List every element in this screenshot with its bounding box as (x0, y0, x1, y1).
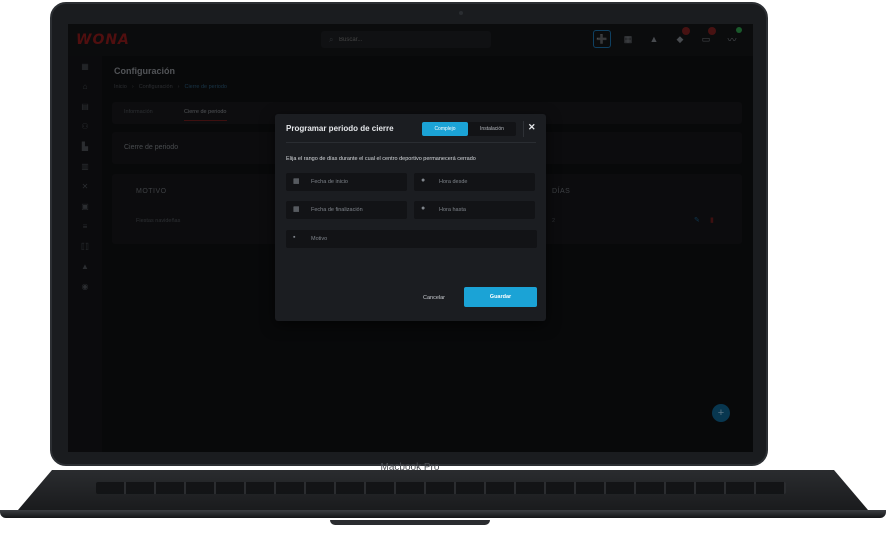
segment-instalacion[interactable]: Instalación (469, 122, 515, 136)
start-time-field[interactable]: ● Hora desde (414, 173, 535, 191)
field-label: Fecha de inicio (311, 179, 348, 185)
segment-complejo[interactable]: Complejo (422, 122, 468, 136)
calendar-icon: ▦ (293, 178, 300, 185)
calendar-icon: ▦ (293, 206, 300, 213)
start-date-field[interactable]: ▦ Fecha de inicio (286, 173, 407, 191)
field-label: Fecha de finalización (311, 207, 363, 213)
closure-period-modal: Programar periodo de cierre Complejo Ins… (275, 114, 546, 321)
clock-icon: ● (421, 205, 426, 212)
field-label: Hora hasta (439, 207, 466, 213)
keyboard-keys (96, 482, 786, 494)
save-button[interactable]: Guardar (464, 287, 537, 307)
lid-notch (330, 520, 490, 525)
modal-description: Elija el rango de días durante el cual e… (286, 156, 476, 162)
message-icon: ▪ (293, 234, 296, 241)
laptop-base (0, 470, 886, 526)
base-edge (0, 510, 886, 518)
end-time-field[interactable]: ● Hora hasta (414, 201, 535, 219)
modal-title: Programar periodo de cierre (286, 124, 394, 133)
field-label: Motivo (311, 236, 328, 242)
laptop-mockup: WONA ⌕ ➕ ▦ ▲ ◆ ▭ 〰 ▦ ⌂ ▤ ⚇ ▙ ▥ ✕ ▣ ≡ (0, 0, 886, 535)
close-icon[interactable]: ✕ (528, 122, 536, 133)
cancel-button[interactable]: Cancelar (423, 295, 445, 301)
divider (523, 121, 524, 137)
camera (459, 11, 463, 15)
clock-icon: ● (421, 177, 426, 184)
end-date-field[interactable]: ▦ Fecha de finalización (286, 201, 407, 219)
reason-field[interactable]: ▪ Motivo (286, 230, 537, 248)
field-label: Hora desde (439, 179, 468, 185)
laptop-screen: WONA ⌕ ➕ ▦ ▲ ◆ ▭ 〰 ▦ ⌂ ▤ ⚇ ▙ ▥ ✕ ▣ ≡ (68, 24, 753, 452)
divider (286, 142, 536, 143)
scope-segmented-control: Complejo Instalación (422, 122, 516, 136)
